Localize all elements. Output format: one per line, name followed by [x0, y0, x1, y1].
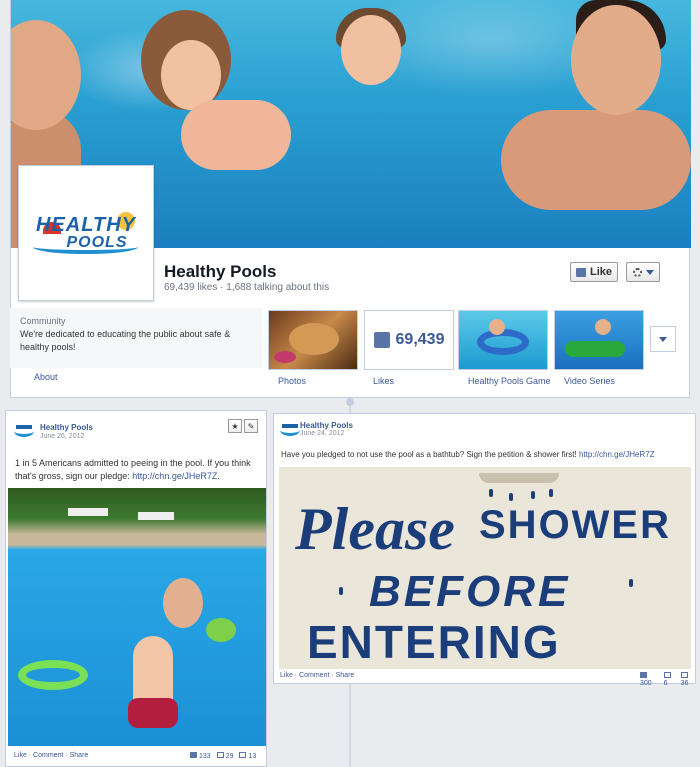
thumbs-up-icon	[575, 267, 586, 277]
page-description: We're dedicated to educating the public …	[20, 329, 231, 352]
post-body: Have you pledged to not use the pool as …	[281, 450, 579, 459]
about-link[interactable]: About	[34, 372, 58, 382]
timeline-post: Healthy Pools June 26, 2012 ★ ✎ 1 in 5 A…	[5, 410, 267, 767]
timeline-dot	[346, 398, 354, 406]
pool-photo[interactable]	[8, 488, 266, 746]
chevron-down-icon	[659, 336, 667, 342]
post-actions[interactable]: Like · Comment · Share	[280, 672, 354, 679]
like-count-value: 133	[199, 753, 211, 760]
like-button-label: Like	[589, 266, 612, 278]
apps-expand-button[interactable]	[650, 326, 676, 352]
comment-count-value: 29	[225, 753, 234, 760]
sign-line-shower: SHOWER	[479, 503, 671, 547]
like-count-value: 300	[640, 680, 652, 687]
thumbs-up-icon	[373, 332, 390, 348]
author-avatar[interactable]	[280, 424, 300, 436]
post-text: Have you pledged to not use the pool as …	[281, 448, 691, 461]
petition-link[interactable]: http://chn.ge/JHeR7Z	[579, 450, 655, 459]
post-text: 1 in 5 Americans admitted to peeing in t…	[15, 457, 263, 483]
settings-dropdown-button[interactable]	[626, 262, 660, 282]
comment-icon	[663, 672, 671, 678]
share-icon	[680, 672, 688, 678]
timeline-post: Healthy Pools June 24, 2012 Have you ple…	[273, 413, 696, 687]
page-stats: 69,439 likes · 1,688 talking about this	[164, 282, 330, 293]
post-actions[interactable]: Like · Comment · Share	[14, 752, 88, 759]
page-title[interactable]: Healthy Pools	[164, 262, 276, 282]
page-category: Community	[20, 316, 66, 326]
thumbs-up-icon	[190, 752, 197, 758]
post-author[interactable]: Healthy Pools	[300, 421, 353, 430]
share-count-value: 36	[680, 680, 689, 687]
app-video-thumbnail[interactable]	[554, 310, 644, 370]
profile-picture[interactable]: HEALTHY POOLS	[18, 165, 154, 301]
sign-line-entering-pool: ENTERING POOL	[307, 616, 561, 668]
post-date[interactable]: June 26, 2012	[40, 433, 84, 440]
logo-line-2: POOLS	[66, 234, 128, 251]
comment-count-value: 6	[663, 680, 668, 687]
app-game-label[interactable]: Healthy Pools Game	[468, 376, 551, 386]
app-video-label[interactable]: Video Series	[564, 376, 615, 386]
timeline-page: HEALTHY POOLS Healthy Pools 69,439 likes…	[0, 0, 700, 767]
showerhead-graphic	[479, 473, 559, 483]
star-button[interactable]: ★	[228, 419, 242, 433]
shares-count[interactable]: 13	[239, 752, 256, 760]
app-likes-label[interactable]: Likes	[373, 376, 394, 386]
app-photos-thumbnail[interactable]	[268, 310, 358, 370]
author-avatar[interactable]	[14, 425, 34, 437]
logo-line-1: HEALTHY	[36, 214, 136, 236]
chevron-down-icon	[645, 269, 654, 275]
comments-count[interactable]: 29	[216, 752, 234, 760]
sign-line-before: BEFORE	[369, 567, 571, 616]
likes-count: 69,439	[395, 331, 445, 348]
app-game-thumbnail[interactable]	[458, 310, 548, 370]
share-icon	[239, 752, 247, 758]
petition-link[interactable]: http://chn.ge/JHeR7Z.	[132, 471, 220, 481]
star-icon: ★	[231, 421, 239, 431]
healthy-pools-logo: HEALTHY POOLS	[23, 170, 149, 296]
app-likes-thumbnail[interactable]: 69,439	[364, 310, 454, 370]
post-counts: 133 29 13	[190, 752, 256, 760]
comment-icon	[216, 752, 224, 758]
post-author[interactable]: Healthy Pools	[40, 423, 93, 432]
gear-icon	[632, 267, 642, 277]
pencil-icon: ✎	[247, 421, 255, 431]
thumbs-up-icon	[640, 672, 647, 678]
edit-button[interactable]: ✎	[244, 419, 258, 433]
app-photos-label[interactable]: Photos	[278, 376, 306, 386]
sign-line-please: Please	[295, 496, 455, 562]
post-counts: 300 6 36	[640, 672, 695, 687]
shower-sign-image[interactable]: Please SHOWER BEFORE ENTERING POOL	[279, 467, 691, 669]
comments-count[interactable]: 6	[663, 672, 675, 687]
shares-count[interactable]: 36	[680, 672, 695, 687]
share-count-value: 13	[248, 753, 257, 760]
post-date[interactable]: June 24, 2012	[300, 430, 344, 437]
like-button[interactable]: Like	[570, 262, 618, 282]
likes-count[interactable]: 133	[190, 752, 211, 760]
likes-count[interactable]: 300	[640, 672, 658, 687]
